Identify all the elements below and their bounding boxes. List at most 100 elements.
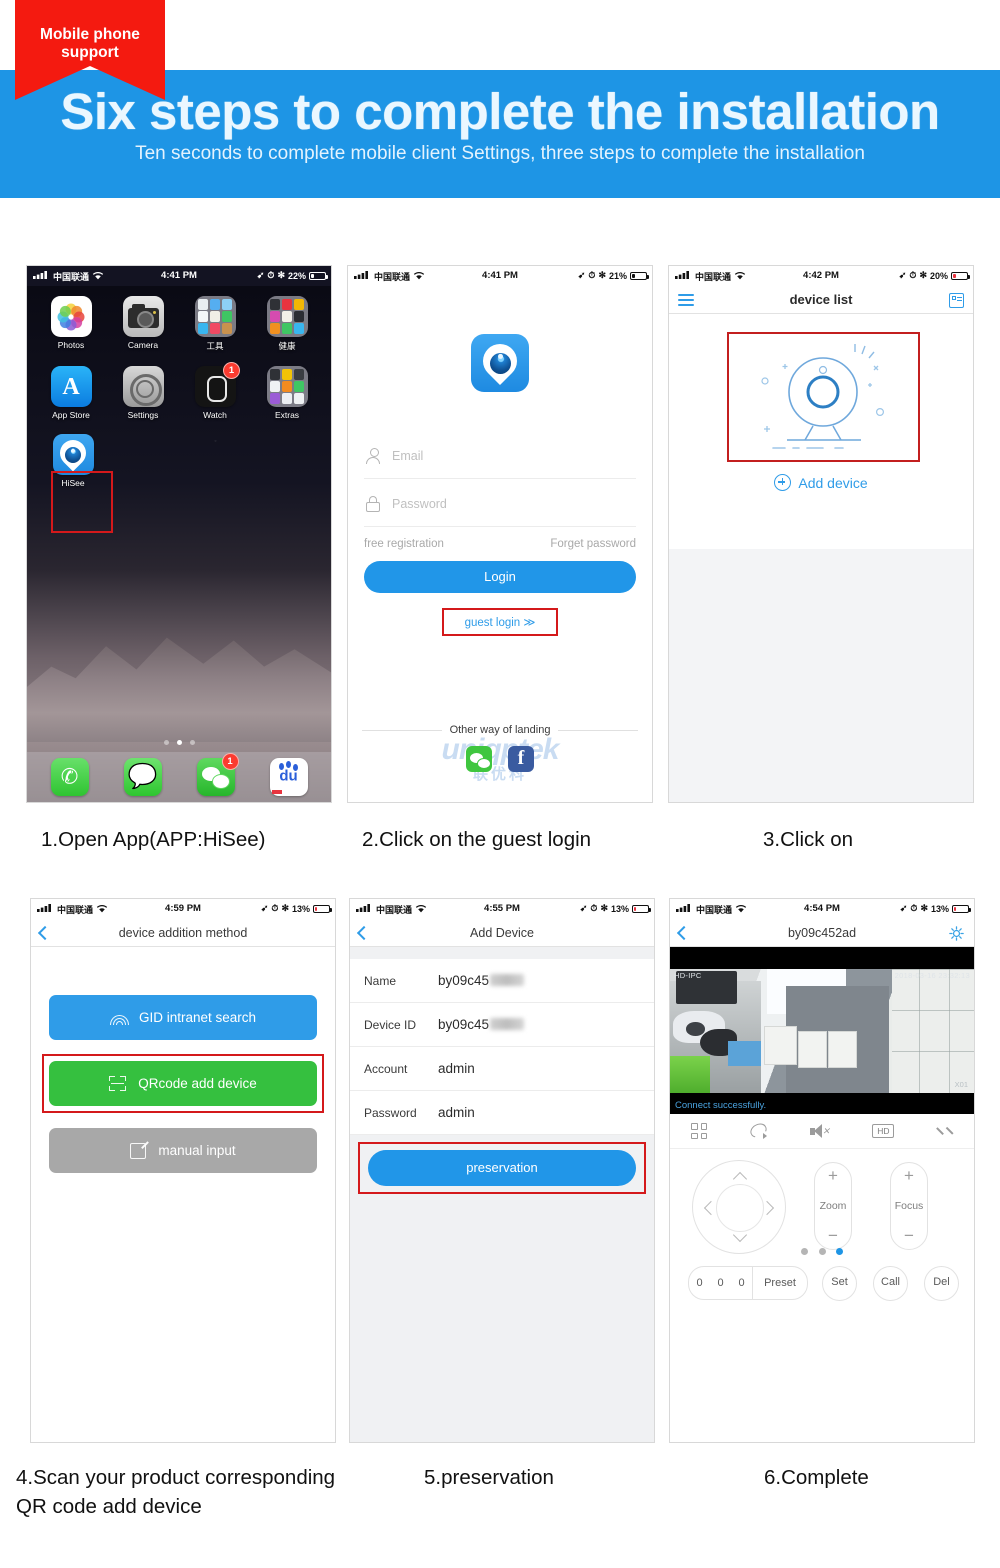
blurred-text: [490, 974, 525, 986]
device-list-body: Add device: [669, 314, 973, 802]
dock-app-baidu[interactable]: du: [269, 758, 308, 796]
app-label-camera: Camera: [127, 340, 159, 350]
app-label-tools: 工具: [206, 341, 224, 351]
page-dot-1[interactable]: [801, 1248, 809, 1255]
form-row-account[interactable]: Account admin: [350, 1047, 654, 1091]
ribbon-line-1: Mobile phone: [40, 26, 140, 43]
add-device-button[interactable]: Add device: [669, 474, 973, 491]
status-bar-1: 中国联通 4:41 PM ➹ ⏱ ✻ 22%: [27, 266, 331, 286]
app-watch[interactable]: 1 Watch: [190, 362, 240, 420]
folder-icon: [266, 296, 308, 337]
status-bar-5: 中国联通 4:55 PM ➹ ⏱ ✻ 13%: [350, 899, 654, 919]
battery-percent-4: 13%: [291, 903, 310, 914]
dock-app-wechat[interactable]: 1: [196, 753, 239, 796]
settings-button[interactable]: [948, 919, 965, 947]
app-folder-tools[interactable]: 工具: [190, 296, 240, 352]
guest-login-link[interactable]: guest login ≫: [465, 617, 536, 629]
login-button[interactable]: Login: [364, 561, 636, 593]
hd-quality-icon[interactable]: HD: [872, 1124, 895, 1138]
bluetooth-icon-2: ✻: [598, 270, 606, 280]
app-folder-health[interactable]: 健康: [262, 296, 312, 352]
battery-percent-5: 13%: [610, 903, 629, 914]
forget-password-link[interactable]: Forget password: [550, 538, 636, 550]
preset-del-button[interactable]: Del: [924, 1266, 959, 1301]
location-arrow-icon-2: ➹: [577, 270, 586, 280]
battery-icon-1: [309, 271, 328, 280]
wifi-signal-icon: [109, 1011, 129, 1025]
bluetooth-icon-3: ✻: [919, 270, 927, 280]
mute-icon[interactable]: ✕: [809, 1123, 830, 1139]
focus-out-button[interactable]: −: [904, 1227, 914, 1244]
page-dot-2[interactable]: [818, 1248, 826, 1255]
app-settings[interactable]: Settings: [118, 366, 168, 420]
rotate-icon[interactable]: [750, 1124, 768, 1139]
alarm-icon-1: ⏱: [267, 270, 275, 280]
form-row-name[interactable]: Name by09c45: [350, 959, 654, 1003]
step-4-cell: 中国联通 4:59 PM ➹ ⏱ ✻ 13% device addition m…: [16, 898, 336, 1518]
status-right-6: ➹ ⏱ ✻ 13%: [900, 903, 971, 914]
ptz-direction-pad[interactable]: [692, 1160, 786, 1254]
app-app-store[interactable]: A App Store: [46, 366, 96, 420]
video-toolbar: ✕ HD: [670, 1114, 974, 1149]
field-value-account: admin: [438, 1061, 475, 1076]
form-row-device-id[interactable]: Device ID by09c45: [350, 1003, 654, 1047]
other-way-divider: Other way of landing: [362, 724, 639, 736]
focus-in-button[interactable]: +: [904, 1167, 914, 1184]
video-player[interactable]: X01 HD-IPC 2018-03-16 23:32:13 Connect s…: [670, 947, 974, 1114]
location-arrow-icon-1: ➹: [256, 270, 265, 280]
dock-app-messages[interactable]: 💬: [123, 758, 162, 796]
page-dot-3[interactable]: [835, 1248, 843, 1255]
form-row-password[interactable]: Password admin: [350, 1091, 654, 1135]
app-photos[interactable]: Photos: [46, 296, 96, 352]
alarm-icon-6: ⏱: [910, 903, 918, 913]
preset-numbers[interactable]: 0 0 0: [689, 1277, 752, 1289]
password-field[interactable]: Password: [364, 482, 636, 527]
email-field[interactable]: Email: [364, 434, 636, 479]
free-registration-link[interactable]: free registration: [364, 538, 444, 550]
battery-icon-3: [951, 271, 970, 280]
zoom-out-button[interactable]: −: [828, 1227, 838, 1244]
field-value-device-id: by09c45: [438, 1017, 525, 1032]
page-title-4: device addition method: [118, 926, 248, 940]
phone-screen-login: 中国联通 4:41 PM ➹ ⏱ ✻ 21% Email Password fr…: [347, 265, 653, 803]
preset-digit-2: 0: [717, 1277, 724, 1289]
camera-icon: [122, 296, 164, 337]
caption-step-3: 3.Click on: [763, 828, 854, 851]
app-label-health: 健康: [278, 341, 296, 351]
zoom-in-button[interactable]: +: [828, 1167, 838, 1184]
scene-box: [764, 1026, 797, 1066]
location-arrow-icon-3: ➹: [898, 270, 907, 280]
app-folder-extras[interactable]: Extras: [262, 366, 312, 420]
zoom-label: Zoom: [819, 1200, 847, 1212]
caption-step-1: 1.Open App(APP:HiSee): [41, 828, 266, 851]
wechat-icon[interactable]: [466, 746, 492, 772]
app-camera[interactable]: Camera: [118, 296, 168, 352]
login-links-row: free registration Forget password: [364, 538, 636, 550]
list-view-button[interactable]: [949, 286, 964, 314]
list-view-icon: [949, 292, 964, 308]
bluetooth-icon-5: ✻: [600, 903, 608, 913]
fullscreen-icon[interactable]: [936, 1123, 954, 1139]
quad-view-icon[interactable]: [691, 1123, 708, 1139]
gid-intranet-search-button[interactable]: GID intranet search: [49, 995, 317, 1040]
email-placeholder: Email: [392, 449, 424, 463]
preset-bar[interactable]: 0 0 0 Preset: [688, 1266, 808, 1300]
focus-control[interactable]: + Focus −: [890, 1162, 928, 1250]
preset-call-button[interactable]: Call: [873, 1266, 908, 1301]
preset-digit-3: 0: [738, 1277, 745, 1289]
scene-box: [797, 1031, 828, 1068]
camera-illustration: [761, 344, 885, 449]
zoom-control[interactable]: + Zoom −: [814, 1162, 852, 1250]
battery-icon-5: [632, 904, 651, 913]
page-title-5: Add Device: [470, 926, 534, 940]
manual-input-button[interactable]: manual input: [49, 1128, 317, 1173]
facebook-icon[interactable]: f: [508, 746, 534, 772]
preset-set-button[interactable]: Set: [822, 1266, 857, 1301]
wechat-badge: 1: [221, 753, 239, 770]
video-timestamp: 2018-03-16 23:32:13: [894, 971, 970, 980]
video-status-text: Connect successfully.: [675, 1100, 767, 1111]
other-way-label: Other way of landing: [449, 724, 551, 736]
hisee-app-icon: [52, 434, 94, 475]
dock-app-phone[interactable]: ✆: [50, 758, 89, 796]
wallpaper-mountain: [27, 637, 331, 742]
